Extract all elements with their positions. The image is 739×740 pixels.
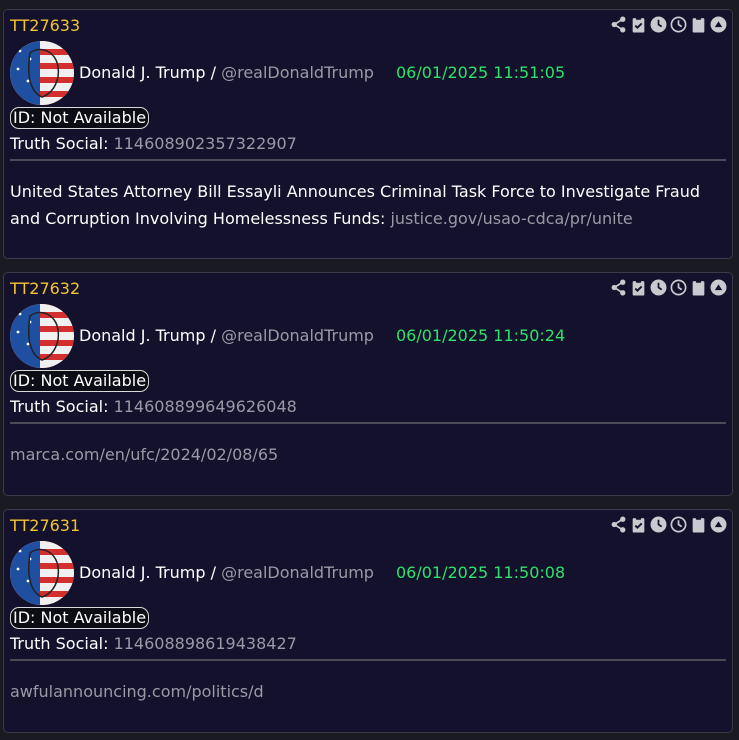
post-author: Donald J. Trump / @realDonaldTrump [79, 563, 374, 582]
author-name: Donald J. Trump / [79, 563, 216, 582]
author-handle[interactable]: @realDonaldTrump [221, 563, 374, 582]
social-id: 114608902357322907 [113, 134, 297, 153]
chevron-up-circle-icon[interactable] [709, 278, 727, 296]
post-link[interactable]: justice.gov/usao-cdca/pr/unite [390, 209, 632, 228]
divider [10, 422, 726, 424]
social-id-row: Truth Social: 114608899649626048 [10, 397, 297, 416]
clipboard-check-icon[interactable] [629, 15, 647, 33]
id-badge: ID: Not Available [10, 107, 150, 129]
social-id-row: Truth Social: 114608902357322907 [10, 134, 297, 153]
clipboard-icon[interactable] [689, 515, 707, 533]
clock-outline-icon[interactable] [669, 278, 687, 296]
post-author: Donald J. Trump / @realDonaldTrump [79, 326, 374, 345]
chevron-up-circle-icon[interactable] [709, 15, 727, 33]
divider [10, 659, 726, 661]
post-timestamp: 06/01/2025 11:50:08 [396, 563, 566, 582]
clipboard-check-icon[interactable] [629, 278, 647, 296]
post-card: TT27632 Donald J. Trump / @realDonaldTru… [3, 272, 733, 496]
clock-filled-icon[interactable] [649, 15, 667, 33]
post-id: TT27632 [10, 279, 81, 298]
author-name: Donald J. Trump / [79, 63, 216, 82]
post-id: TT27631 [10, 516, 81, 535]
social-label: Truth Social: [10, 397, 109, 416]
post-body: United States Attorney Bill Essayli Anno… [10, 178, 712, 232]
share-icon[interactable] [609, 515, 627, 533]
clipboard-icon[interactable] [689, 278, 707, 296]
post-card: TT27633 Donald J. Trump / @realDonaldTru… [3, 9, 733, 259]
social-label: Truth Social: [10, 634, 109, 653]
avatar [10, 541, 74, 605]
post-feed: TT27633 Donald J. Trump / @realDonaldTru… [0, 0, 739, 740]
social-id: 114608898619438427 [113, 634, 297, 653]
post-link[interactable]: marca.com/en/ufc/2024/02/08/65 [10, 445, 278, 464]
social-id: 114608899649626048 [113, 397, 297, 416]
social-id-row: Truth Social: 114608898619438427 [10, 634, 297, 653]
share-icon[interactable] [609, 15, 627, 33]
clock-outline-icon[interactable] [669, 15, 687, 33]
author-handle[interactable]: @realDonaldTrump [221, 63, 374, 82]
author-handle[interactable]: @realDonaldTrump [221, 326, 374, 345]
post-actions [609, 515, 727, 533]
post-card: TT27631 Donald J. Trump / @realDonaldTru… [3, 509, 733, 733]
avatar [10, 41, 74, 105]
social-label: Truth Social: [10, 134, 109, 153]
divider [10, 159, 726, 161]
share-icon[interactable] [609, 278, 627, 296]
post-id: TT27633 [10, 16, 81, 35]
clock-filled-icon[interactable] [649, 278, 667, 296]
clipboard-check-icon[interactable] [629, 515, 647, 533]
clipboard-icon[interactable] [689, 15, 707, 33]
avatar [10, 304, 74, 368]
post-timestamp: 06/01/2025 11:50:24 [396, 326, 566, 345]
post-actions [609, 15, 727, 33]
id-badge: ID: Not Available [10, 607, 150, 629]
id-badge: ID: Not Available [10, 370, 150, 392]
post-actions [609, 278, 727, 296]
post-timestamp: 06/01/2025 11:51:05 [396, 63, 566, 82]
author-name: Donald J. Trump / [79, 326, 216, 345]
post-link[interactable]: awfulannouncing.com/politics/d [10, 682, 264, 701]
post-author: Donald J. Trump / @realDonaldTrump [79, 63, 374, 82]
clock-outline-icon[interactable] [669, 515, 687, 533]
clock-filled-icon[interactable] [649, 515, 667, 533]
chevron-up-circle-icon[interactable] [709, 515, 727, 533]
